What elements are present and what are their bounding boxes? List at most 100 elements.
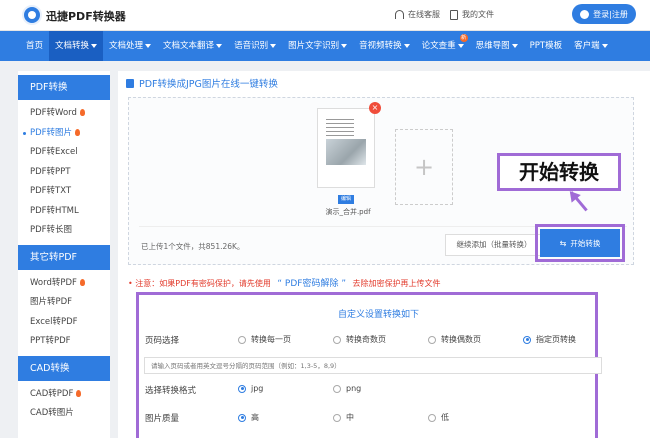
- radio-label: 指定页转换: [536, 335, 576, 344]
- radio-label: jpg: [251, 384, 264, 393]
- plus-icon: +: [413, 153, 435, 181]
- fire-icon: [79, 278, 85, 286]
- edit-tag[interactable]: 编辑: [338, 195, 354, 204]
- delete-file-icon[interactable]: ×: [369, 102, 381, 114]
- sidebar-item[interactable]: CAD转PDF: [18, 385, 110, 405]
- nav-item-label: 语音识别: [234, 41, 269, 51]
- new-badge: 新: [459, 34, 468, 42]
- nav-item[interactable]: 文档转换: [49, 31, 104, 61]
- chevron-down-icon: [145, 43, 152, 48]
- sidebar-item[interactable]: PDF转Word: [18, 104, 110, 124]
- radio-label: 中: [346, 413, 354, 422]
- callout-label: 开始转换: [497, 153, 621, 191]
- radio-option[interactable]: 高: [238, 412, 259, 423]
- sidebar: PDF转换 PDF转Word PDF转图片 PDF转Excel PDF转PPT PDF转T…: [18, 71, 110, 438]
- sidebar-item[interactable]: Excel转PDF: [18, 313, 110, 333]
- sidebar-section-title[interactable]: CAD转换: [18, 355, 110, 381]
- radio-option[interactable]: jpg: [238, 384, 263, 393]
- nav-item[interactable]: 文档处理: [103, 31, 157, 61]
- page-range-input[interactable]: [144, 357, 602, 374]
- add-file-button[interactable]: +: [395, 129, 453, 205]
- file-thumbnail[interactable]: [317, 108, 375, 188]
- nav-item[interactable]: 论文查重新: [416, 31, 470, 61]
- page-select-label: 页码选择: [145, 336, 180, 346]
- radio-label: 高: [251, 413, 259, 422]
- logo-icon[interactable]: [22, 5, 42, 25]
- radio-option[interactable]: png: [333, 384, 361, 393]
- nav-item-label: 论文查重: [421, 41, 456, 51]
- sidebar-item[interactable]: PPT转PDF: [18, 332, 110, 352]
- sidebar-item-label: PDF转Excel: [30, 147, 78, 157]
- radio-button[interactable]: [333, 384, 341, 393]
- nav-item[interactable]: 文档文本翻译: [157, 31, 228, 61]
- chevron-down-icon: [403, 43, 410, 48]
- file-icon: [450, 9, 458, 20]
- sidebar-item-label: PDF转TXT: [30, 186, 72, 196]
- sidebar-item-label: 图片转PDF: [30, 297, 73, 307]
- fire-icon: [76, 389, 82, 397]
- chevron-down-icon: [601, 43, 608, 48]
- login-button[interactable]: 登录|注册: [572, 4, 636, 24]
- sidebar-item-label: Excel转PDF: [30, 316, 78, 327]
- sidebar-section-title[interactable]: 其它转PDF: [18, 244, 110, 270]
- radio-option[interactable]: 转换偶数页: [428, 334, 481, 345]
- sidebar-section-title[interactable]: PDF转换: [18, 75, 110, 100]
- headset-icon: [395, 10, 404, 19]
- content-area: PDF转换成JPG图片在线一键转换 × 编辑 演示_合并.pdf + 已上传1个…: [118, 71, 650, 438]
- sidebar-item[interactable]: PDF转PPT: [18, 163, 110, 183]
- sidebar-item-label: PDF转图片: [30, 127, 73, 138]
- radio-button[interactable]: [333, 335, 341, 344]
- sidebar-item-label: PDF转PPT: [30, 166, 71, 177]
- radio-option[interactable]: 指定页转换: [523, 334, 576, 345]
- radio-option[interactable]: 转换奇数页: [333, 334, 386, 345]
- nav-item-label: 文档文本翻译: [163, 41, 215, 51]
- sidebar-item-label: Word转PDF: [30, 277, 77, 288]
- nav-item[interactable]: 客户端: [568, 31, 614, 61]
- nav-item[interactable]: 音视频转换: [353, 31, 416, 61]
- fire-icon: [75, 128, 81, 136]
- notice-suffix: 去除加密保护再上传文件: [352, 279, 441, 288]
- radio-option[interactable]: 中: [333, 412, 354, 423]
- radio-button[interactable]: [333, 413, 341, 422]
- fire-icon: [79, 109, 85, 116]
- nav-item-label: 客户端: [574, 41, 600, 51]
- nav-item[interactable]: 首页: [20, 31, 49, 61]
- support-link[interactable]: 在线客服: [395, 9, 440, 20]
- sidebar-item[interactable]: PDF转长图: [18, 221, 110, 241]
- sidebar-item[interactable]: PDF转HTML: [18, 202, 110, 222]
- continue-add-button[interactable]: 继续添加（批量转换）: [445, 234, 543, 256]
- sidebar-item-label: PDF转Word: [30, 108, 77, 118]
- brand-name[interactable]: 迅捷PDF转换器: [46, 8, 126, 24]
- page-title-text: PDF转换成JPG图片在线一键转换: [139, 79, 278, 90]
- nav-item-label: 音视频转换: [359, 41, 402, 51]
- radio-button[interactable]: [428, 335, 436, 344]
- start-convert-button[interactable]: ⇆ 开始转换: [540, 229, 620, 257]
- nav-item-label: 图片文字识别: [288, 41, 340, 51]
- password-notice: • 注意：如果PDF有密码保护，请先使用 “ PDF密码解除 ” 去除加密保护再…: [128, 276, 441, 289]
- login-label: 登录|注册: [593, 9, 628, 19]
- radio-option[interactable]: 转换每一页: [238, 334, 291, 345]
- nav-item[interactable]: PPT模板: [524, 31, 568, 61]
- radio-button[interactable]: [238, 335, 246, 344]
- sidebar-item[interactable]: Word转PDF: [18, 274, 110, 294]
- my-files-link[interactable]: 我的文件: [450, 9, 494, 20]
- radio-button[interactable]: [523, 335, 531, 344]
- radio-label: 转换每一页: [251, 335, 291, 344]
- radio-button[interactable]: [428, 413, 436, 422]
- radio-button[interactable]: [238, 413, 246, 422]
- sidebar-item[interactable]: PDF转Excel: [18, 143, 110, 163]
- radio-label: 转换奇数页: [346, 335, 386, 344]
- thumbnail-image: [326, 139, 366, 165]
- nav-item[interactable]: 思维导图: [470, 31, 524, 61]
- radio-option[interactable]: 低: [428, 412, 449, 423]
- pdf-unlock-link[interactable]: “ PDF密码解除 ”: [277, 279, 346, 289]
- sidebar-item[interactable]: 图片转PDF: [18, 293, 110, 313]
- format-label: 选择转换格式: [145, 386, 197, 396]
- sidebar-item[interactable]: PDF转TXT: [18, 182, 110, 202]
- nav-item-label: 文档转换: [55, 41, 90, 51]
- sidebar-item[interactable]: PDF转图片: [18, 124, 110, 144]
- radio-button[interactable]: [238, 384, 246, 393]
- sidebar-item[interactable]: CAD转图片: [18, 404, 110, 424]
- nav-item[interactable]: 图片文字识别: [282, 31, 353, 61]
- nav-item[interactable]: 语音识别: [228, 31, 282, 61]
